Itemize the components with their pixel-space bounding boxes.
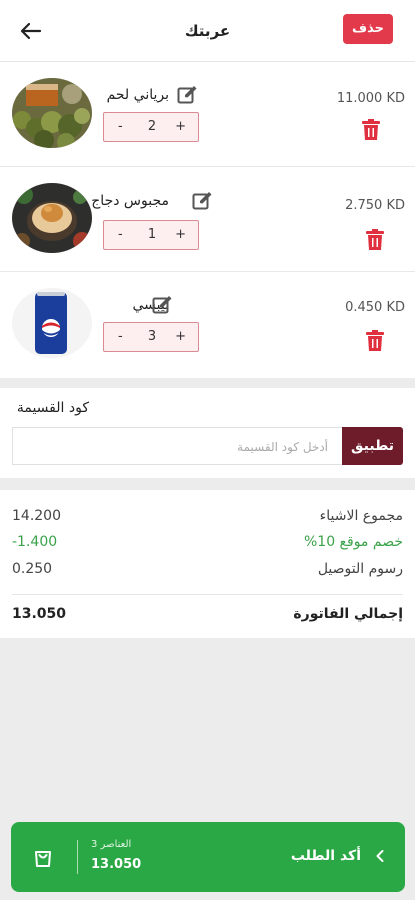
cart-item: بيبسي - 3 + 0.450 KD <box>0 272 415 378</box>
grand-total-label: إجمالي الفاتورة <box>293 606 403 622</box>
machboos-image <box>12 183 92 253</box>
order-summary: مجموع الاشياء 14.200 %خصم موقع 10 -1.400… <box>0 490 415 638</box>
item-price: 0.450 KD <box>345 300 405 315</box>
summary-divider <box>12 594 403 595</box>
edit-icon[interactable] <box>192 191 214 211</box>
cart-item: برياني لحم - 2 + 11.000 KD <box>0 62 415 167</box>
discount-label: %خصم موقع 10 <box>303 534 403 550</box>
coupon-label: كود القسيمة <box>16 400 89 416</box>
quantity-stepper[interactable]: - 3 + <box>103 322 199 352</box>
grand-total-value: 13.050 <box>12 606 67 622</box>
item-price: 11.000 KD <box>336 91 405 106</box>
cart-items-list: برياني لحم - 2 + 11.000 KD مجبوس دجاج - … <box>0 62 415 378</box>
app-header: عربتك حذف <box>0 0 415 62</box>
discount-value: -1.400 <box>12 534 58 550</box>
item-name: مجبوس دجاج <box>91 193 169 209</box>
biryani-image <box>12 78 92 148</box>
items-count: العناصر 3 <box>91 839 132 850</box>
cart-icon <box>35 851 51 867</box>
item-price: 2.750 KD <box>345 198 405 213</box>
delivery-label: رسوم التوصيل <box>317 561 403 577</box>
increment-button[interactable]: + <box>175 119 186 134</box>
trash-icon[interactable] <box>366 330 384 352</box>
edit-icon[interactable] <box>152 295 174 315</box>
trash-icon[interactable] <box>362 119 380 141</box>
items-total-value: 14.200 <box>12 508 61 524</box>
increment-button[interactable]: + <box>175 227 186 242</box>
items-total-label: مجموع الاشياء <box>319 508 403 524</box>
trash-icon[interactable] <box>366 229 384 251</box>
chevron-left-icon <box>376 850 384 862</box>
increment-button[interactable]: + <box>175 329 186 344</box>
delete-button[interactable]: حذف <box>343 14 393 44</box>
coupon-input[interactable]: أدخل كود القسيمة <box>12 427 342 465</box>
checkout-total: 13.050 <box>91 857 142 872</box>
edit-icon[interactable] <box>177 85 199 105</box>
checkout-separator <box>77 840 78 874</box>
cart-item: مجبوس دجاج - 1 + 2.750 KD <box>0 167 415 272</box>
coupon-section: كود القسيمة أدخل كود القسيمة تطبيق <box>0 388 415 478</box>
delivery-value: 0.250 <box>12 561 53 577</box>
item-name: برياني لحم <box>106 87 169 103</box>
confirm-order-button[interactable]: أكد الطلب <box>291 848 361 864</box>
quantity-stepper[interactable]: - 1 + <box>103 220 199 250</box>
apply-coupon-button[interactable]: تطبيق <box>342 427 403 465</box>
quantity-stepper[interactable]: - 2 + <box>103 112 199 142</box>
pepsi-image <box>12 288 92 358</box>
confirm-order-bar[interactable]: العناصر 3 13.050 أكد الطلب <box>11 822 405 892</box>
